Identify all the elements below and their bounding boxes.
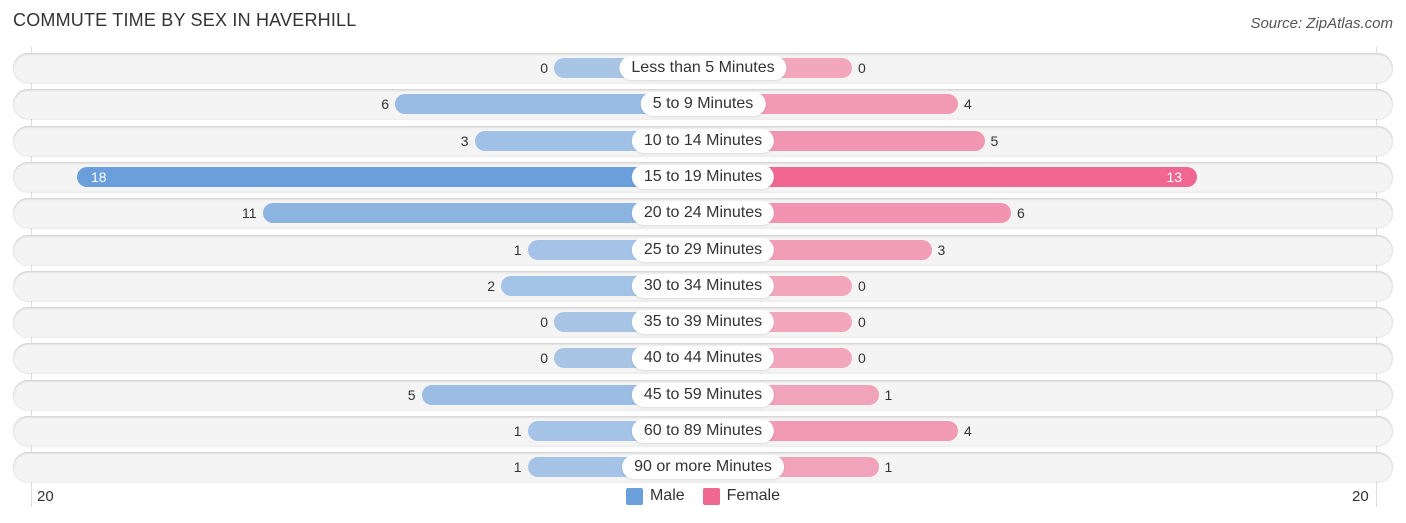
chart-title: COMMUTE TIME BY SEX IN HAVERHILL bbox=[13, 10, 357, 30]
category-label: 35 to 39 Minutes bbox=[631, 310, 775, 335]
category-label: 15 to 19 Minutes bbox=[631, 164, 775, 189]
bar-male bbox=[77, 166, 703, 187]
value-label-female: 13 bbox=[1166, 168, 1183, 185]
value-label-female: 1 bbox=[884, 459, 893, 476]
value-label-female: 1 bbox=[884, 386, 893, 403]
category-label: 40 to 44 Minutes bbox=[631, 346, 775, 371]
category-label: 30 to 34 Minutes bbox=[631, 273, 775, 298]
legend-item-female: Female bbox=[702, 487, 781, 505]
category-label: 45 to 59 Minutes bbox=[631, 382, 775, 407]
value-label-female: 4 bbox=[964, 423, 972, 439]
legend-label-male: Male bbox=[649, 487, 685, 504]
value-label-female: 3 bbox=[937, 241, 946, 258]
value-label-male: 1 bbox=[513, 459, 522, 476]
value-label-male: 0 bbox=[540, 60, 548, 76]
value-label-male: 5 bbox=[407, 386, 416, 403]
value-label-female: 0 bbox=[858, 350, 866, 367]
bar-female bbox=[703, 166, 1197, 187]
category-label: 10 to 14 Minutes bbox=[631, 128, 775, 153]
value-label-female: 6 bbox=[1017, 205, 1025, 222]
value-label-male: 1 bbox=[513, 241, 522, 258]
value-label-male: 2 bbox=[487, 277, 495, 294]
category-label: 60 to 89 Minutes bbox=[631, 419, 775, 443]
value-label-male: 11 bbox=[241, 205, 257, 222]
value-label-female: 0 bbox=[858, 314, 866, 331]
category-label: 90 or more Minutes bbox=[622, 455, 784, 480]
value-label-male: 0 bbox=[540, 314, 548, 331]
value-label-female: 0 bbox=[858, 60, 866, 76]
category-label: Less than 5 Minutes bbox=[619, 56, 787, 80]
category-label: 25 to 29 Minutes bbox=[631, 237, 775, 262]
value-label-male: 3 bbox=[460, 132, 469, 149]
category-label: 5 to 9 Minutes bbox=[640, 92, 766, 117]
value-label-female: 5 bbox=[990, 132, 999, 149]
value-label-male: 0 bbox=[540, 350, 548, 367]
value-label-female: 4 bbox=[964, 96, 972, 113]
value-label-male: 6 bbox=[381, 96, 389, 113]
legend-item-male: Male bbox=[625, 487, 685, 505]
category-label: 20 to 24 Minutes bbox=[631, 201, 775, 226]
legend-swatch-male bbox=[625, 487, 643, 505]
source-label: Source: ZipAtlas.com bbox=[1250, 15, 1393, 32]
legend: Male Female bbox=[0, 487, 1406, 505]
value-label-male: 1 bbox=[513, 423, 522, 439]
value-label-female: 0 bbox=[858, 277, 866, 294]
legend-label-female: Female bbox=[726, 487, 781, 504]
legend-swatch-female bbox=[702, 487, 720, 505]
value-label-male: 18 bbox=[91, 168, 107, 185]
